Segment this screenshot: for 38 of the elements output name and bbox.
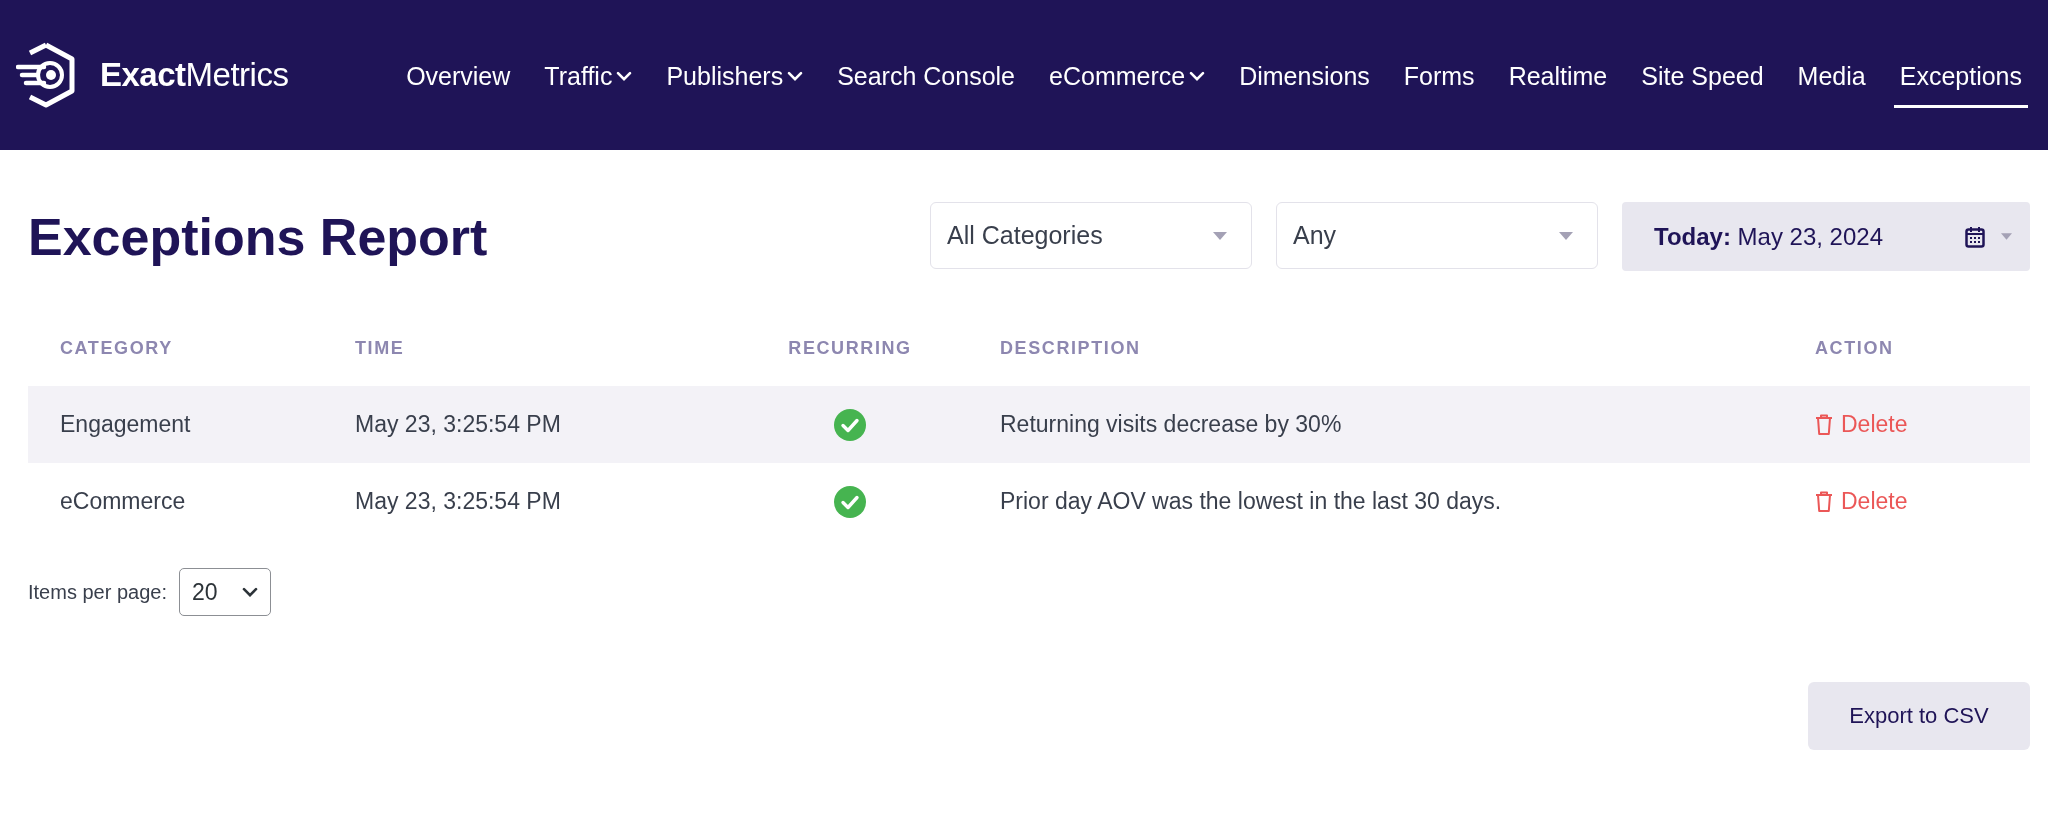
chevron-down-icon	[241, 586, 258, 598]
column-header: ACTION	[1815, 338, 1894, 359]
nav-link[interactable]: Forms	[1397, 48, 1481, 108]
nav-link[interactable]: Overview	[400, 48, 517, 108]
export-csv-button[interactable]: Export to CSV	[1808, 682, 2030, 750]
nav-link[interactable]: Site Speed	[1635, 48, 1770, 108]
nav-link[interactable]: Traffic	[538, 48, 639, 108]
logo-icon	[16, 41, 78, 109]
nav-link[interactable]: Search Console	[831, 48, 1022, 108]
column-header: DESCRIPTION	[1000, 338, 1141, 359]
column-header: CATEGORY	[60, 338, 173, 359]
table-cell-text: Prior day AOV was the lowest in the last 30 days.	[1000, 488, 1503, 515]
table-cell-text: May 23, 3:25:54 PM	[355, 488, 562, 515]
nav-link[interactable]: Publishers	[660, 48, 810, 108]
caret-icon	[1559, 231, 1573, 240]
nav-link[interactable]: Realtime	[1502, 48, 1614, 108]
recurring-select[interactable]: Any	[1276, 202, 1598, 269]
table-cell-text: May 23, 3:25:54 PM	[355, 411, 562, 438]
nav-link[interactable]: Media	[1791, 48, 1872, 108]
nav-link[interactable]: eCommerce	[1043, 48, 1212, 108]
category-select[interactable]: All Categories	[930, 202, 1252, 269]
trash-icon	[1815, 413, 1833, 436]
nav-link[interactable]: Dimensions	[1233, 48, 1376, 108]
caret-icon	[1213, 231, 1227, 240]
trash-icon	[1815, 490, 1833, 513]
table-cell-text: Engagement	[60, 411, 192, 438]
page-title: Exceptions Report	[28, 206, 488, 267]
brand-name: ExactMetrics	[100, 56, 289, 94]
column-header: TIME	[355, 338, 405, 359]
calendar-icon	[1965, 225, 1985, 248]
items-per-page-select[interactable]: 20	[178, 568, 271, 616]
table-cell-text: eCommerce	[60, 488, 187, 515]
items-per-page-label: Items per page:	[28, 580, 167, 604]
nav-link[interactable]: Exceptions	[1893, 48, 2028, 108]
caret-icon	[2001, 233, 2012, 240]
table-cell-text: Returning visits decrease by 30%	[1000, 411, 1343, 438]
column-header: RECURRING	[788, 338, 912, 359]
date-picker-button[interactable]: Today: May 23, 2024	[1622, 202, 2030, 271]
